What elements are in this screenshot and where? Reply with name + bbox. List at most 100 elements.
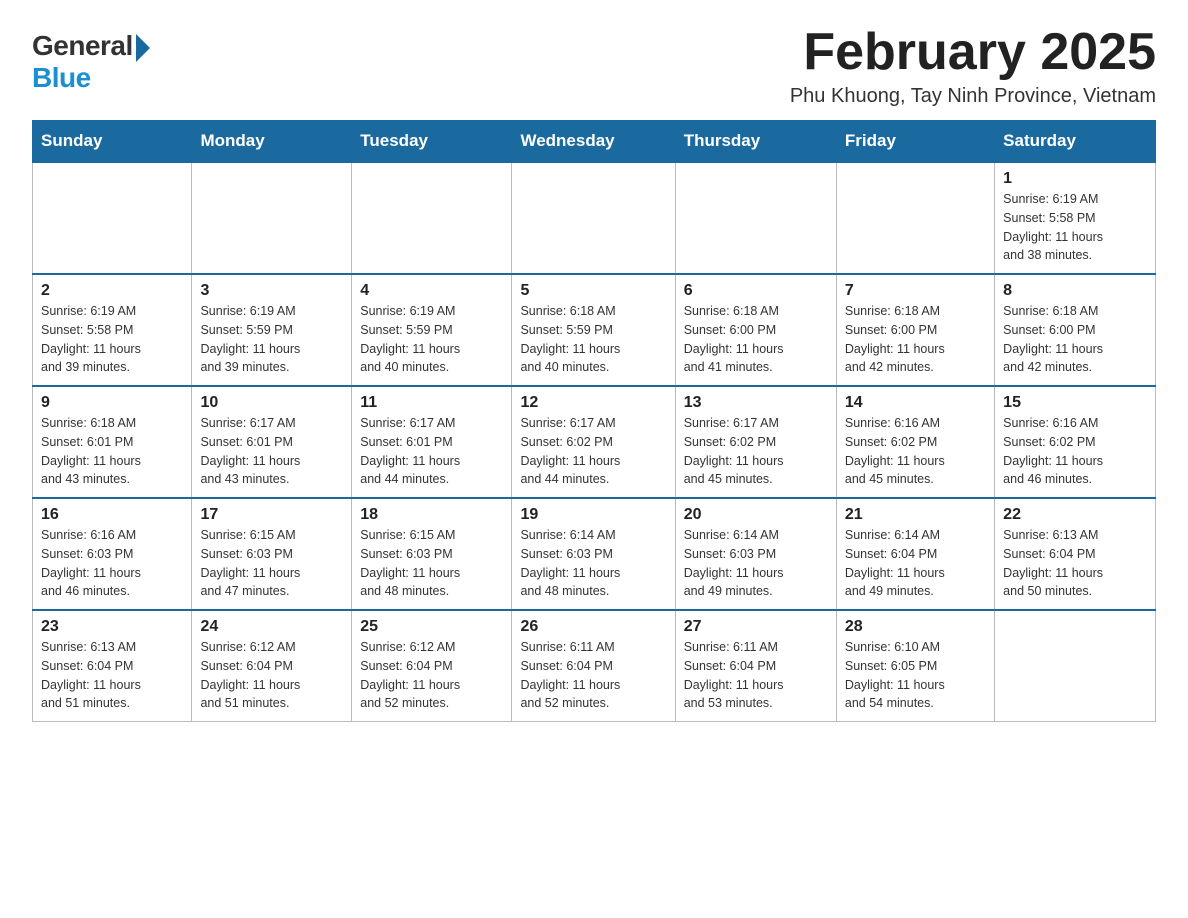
calendar-cell: 3Sunrise: 6:19 AMSunset: 5:59 PMDaylight… <box>192 274 352 386</box>
day-number: 17 <box>200 506 343 524</box>
day-info: Sunrise: 6:13 AMSunset: 6:04 PMDaylight:… <box>1003 526 1147 601</box>
day-number: 14 <box>845 394 986 412</box>
calendar-cell: 23 Sunrise: 6:13 AMSunset: 6:04 PMDayligh… <box>33 610 192 722</box>
calendar-cell: 6 Sunrise: 6:18 AMSunset: 6:00 PMDaylight… <box>675 274 836 386</box>
calendar-cell: 25 Sunrise: 6:12 AMSunset: 6:04 PMDayligh… <box>352 610 512 722</box>
day-info: Sunrise: 6:14 AMSunset: 6:04 PMDaylight:… <box>845 526 986 601</box>
calendar-cell: 21 Sunrise: 6:14 AMSunset: 6:04 PMDayligh… <box>836 498 994 610</box>
day-number: 18 <box>360 506 503 524</box>
day-number: 15 <box>1003 394 1147 412</box>
day-number: 7 <box>845 282 986 300</box>
calendar-cell: 20 Sunrise: 6:14 AMSunset: 6:03 PMDayligh… <box>675 498 836 610</box>
location-title: Phu Khuong, Tay Ninh Province, Vietnam <box>790 85 1156 108</box>
day-number: 19 <box>520 506 666 524</box>
day-number: 5 <box>520 282 666 300</box>
day-number: 3 <box>200 282 343 300</box>
day-info: Sunrise: 6:17 AMSunset: 6:01 PMDaylight:… <box>200 414 343 489</box>
calendar-cell: 16 Sunrise: 6:16 AMSunset: 6:03 PMDayligh… <box>33 498 192 610</box>
day-number: 11 <box>360 394 503 412</box>
day-info: Sunrise: 6:16 AMSunset: 6:02 PMDaylight:… <box>845 414 986 489</box>
day-info: Sunrise: 6:18 AMSunset: 6:00 PMDaylight:… <box>684 302 828 377</box>
calendar-cell: 7 Sunrise: 6:18 AMSunset: 6:00 PMDaylight… <box>836 274 994 386</box>
month-title: February 2025 <box>790 24 1156 81</box>
calendar-cell: 17 Sunrise: 6:15 AMSunset: 6:03 PMDayligh… <box>192 498 352 610</box>
day-info: Sunrise: 6:17 AMSunset: 6:02 PMDaylight:… <box>684 414 828 489</box>
day-number: 20 <box>684 506 828 524</box>
day-number: 4 <box>360 282 503 300</box>
calendar-cell: 27 Sunrise: 6:11 AMSunset: 6:04 PMDayligh… <box>675 610 836 722</box>
day-info: Sunrise: 6:18 AMSunset: 5:59 PMDaylight:… <box>520 302 666 377</box>
day-number: 8 <box>1003 282 1147 300</box>
calendar-cell: 5 Sunrise: 6:18 AMSunset: 5:59 PMDaylight… <box>512 274 675 386</box>
day-number: 24 <box>200 618 343 636</box>
logo-general-text: General <box>32 30 133 62</box>
calendar-cell <box>192 162 352 274</box>
calendar-cell: 24Sunrise: 6:12 AMSunset: 6:04 PMDayligh… <box>192 610 352 722</box>
day-info: Sunrise: 6:16 AMSunset: 6:03 PMDaylight:… <box>41 526 183 601</box>
calendar-week-row: 23 Sunrise: 6:13 AMSunset: 6:04 PMDayligh… <box>33 610 1156 722</box>
header-row: General Blue February 2025 Phu Khuong, T… <box>32 24 1156 108</box>
calendar-cell <box>512 162 675 274</box>
calendar-cell <box>352 162 512 274</box>
calendar-cell: 12 Sunrise: 6:17 AMSunset: 6:02 PMDayligh… <box>512 386 675 498</box>
day-number: 22 <box>1003 506 1147 524</box>
day-info: Sunrise: 6:14 AMSunset: 6:03 PMDaylight:… <box>520 526 666 601</box>
calendar-cell: 11 Sunrise: 6:17 AMSunset: 6:01 PMDayligh… <box>352 386 512 498</box>
weekday-header-tuesday: Tuesday <box>352 121 512 163</box>
weekday-header-wednesday: Wednesday <box>512 121 675 163</box>
day-number: 13 <box>684 394 828 412</box>
calendar-cell: 10 Sunrise: 6:17 AMSunset: 6:01 PMDayligh… <box>192 386 352 498</box>
day-info: Sunrise: 6:12 AMSunset: 6:04 PMDaylight:… <box>360 638 503 713</box>
calendar-week-row: 9 Sunrise: 6:18 AMSunset: 6:01 PMDaylight… <box>33 386 1156 498</box>
day-number: 28 <box>845 618 986 636</box>
day-info: Sunrise: 6:13 AMSunset: 6:04 PMDaylight:… <box>41 638 183 713</box>
calendar-week-row: 16 Sunrise: 6:16 AMSunset: 6:03 PMDayligh… <box>33 498 1156 610</box>
day-number: 16 <box>41 506 183 524</box>
calendar-cell: 8Sunrise: 6:18 AMSunset: 6:00 PMDaylight… <box>995 274 1156 386</box>
day-info: Sunrise: 6:18 AMSunset: 6:00 PMDaylight:… <box>845 302 986 377</box>
calendar-cell: 2Sunrise: 6:19 AMSunset: 5:58 PMDaylight… <box>33 274 192 386</box>
day-number: 2 <box>41 282 183 300</box>
calendar-cell: 26 Sunrise: 6:11 AMSunset: 6:04 PMDayligh… <box>512 610 675 722</box>
logo: General Blue <box>32 30 150 94</box>
weekday-header-friday: Friday <box>836 121 994 163</box>
day-info: Sunrise: 6:19 AMSunset: 5:59 PMDaylight:… <box>360 302 503 377</box>
weekday-header-thursday: Thursday <box>675 121 836 163</box>
calendar-cell: 4 Sunrise: 6:19 AMSunset: 5:59 PMDaylight… <box>352 274 512 386</box>
day-number: 25 <box>360 618 503 636</box>
day-number: 23 <box>41 618 183 636</box>
calendar-table: SundayMondayTuesdayWednesdayThursdayFrid… <box>32 120 1156 722</box>
calendar-cell: 15 Sunrise: 6:16 AMSunset: 6:02 PMDayligh… <box>995 386 1156 498</box>
day-info: Sunrise: 6:15 AMSunset: 6:03 PMDaylight:… <box>200 526 343 601</box>
calendar-cell: 14 Sunrise: 6:16 AMSunset: 6:02 PMDayligh… <box>836 386 994 498</box>
calendar-cell: 9 Sunrise: 6:18 AMSunset: 6:01 PMDaylight… <box>33 386 192 498</box>
calendar-week-row: 1Sunrise: 6:19 AMSunset: 5:58 PMDaylight… <box>33 162 1156 274</box>
day-number: 12 <box>520 394 666 412</box>
page: General Blue February 2025 Phu Khuong, T… <box>0 0 1188 746</box>
day-info: Sunrise: 6:18 AMSunset: 6:01 PMDaylight:… <box>41 414 183 489</box>
weekday-header-monday: Monday <box>192 121 352 163</box>
weekday-header-sunday: Sunday <box>33 121 192 163</box>
calendar-cell: 28 Sunrise: 6:10 AMSunset: 6:05 PMDayligh… <box>836 610 994 722</box>
day-info: Sunrise: 6:11 AMSunset: 6:04 PMDaylight:… <box>684 638 828 713</box>
calendar-cell <box>836 162 994 274</box>
calendar-cell <box>995 610 1156 722</box>
logo-arrow-icon <box>136 34 150 62</box>
day-number: 9 <box>41 394 183 412</box>
day-info: Sunrise: 6:17 AMSunset: 6:02 PMDaylight:… <box>520 414 666 489</box>
day-number: 27 <box>684 618 828 636</box>
day-info: Sunrise: 6:10 AMSunset: 6:05 PMDaylight:… <box>845 638 986 713</box>
calendar-cell: 19 Sunrise: 6:14 AMSunset: 6:03 PMDayligh… <box>512 498 675 610</box>
day-info: Sunrise: 6:11 AMSunset: 6:04 PMDaylight:… <box>520 638 666 713</box>
calendar-cell: 13 Sunrise: 6:17 AMSunset: 6:02 PMDayligh… <box>675 386 836 498</box>
day-number: 10 <box>200 394 343 412</box>
calendar-cell: 1Sunrise: 6:19 AMSunset: 5:58 PMDaylight… <box>995 162 1156 274</box>
day-info: Sunrise: 6:17 AMSunset: 6:01 PMDaylight:… <box>360 414 503 489</box>
day-info: Sunrise: 6:15 AMSunset: 6:03 PMDaylight:… <box>360 526 503 601</box>
day-number: 26 <box>520 618 666 636</box>
day-info: Sunrise: 6:16 AMSunset: 6:02 PMDaylight:… <box>1003 414 1147 489</box>
logo-blue-text: Blue <box>32 62 91 94</box>
day-number: 21 <box>845 506 986 524</box>
day-info: Sunrise: 6:14 AMSunset: 6:03 PMDaylight:… <box>684 526 828 601</box>
day-number: 6 <box>684 282 828 300</box>
